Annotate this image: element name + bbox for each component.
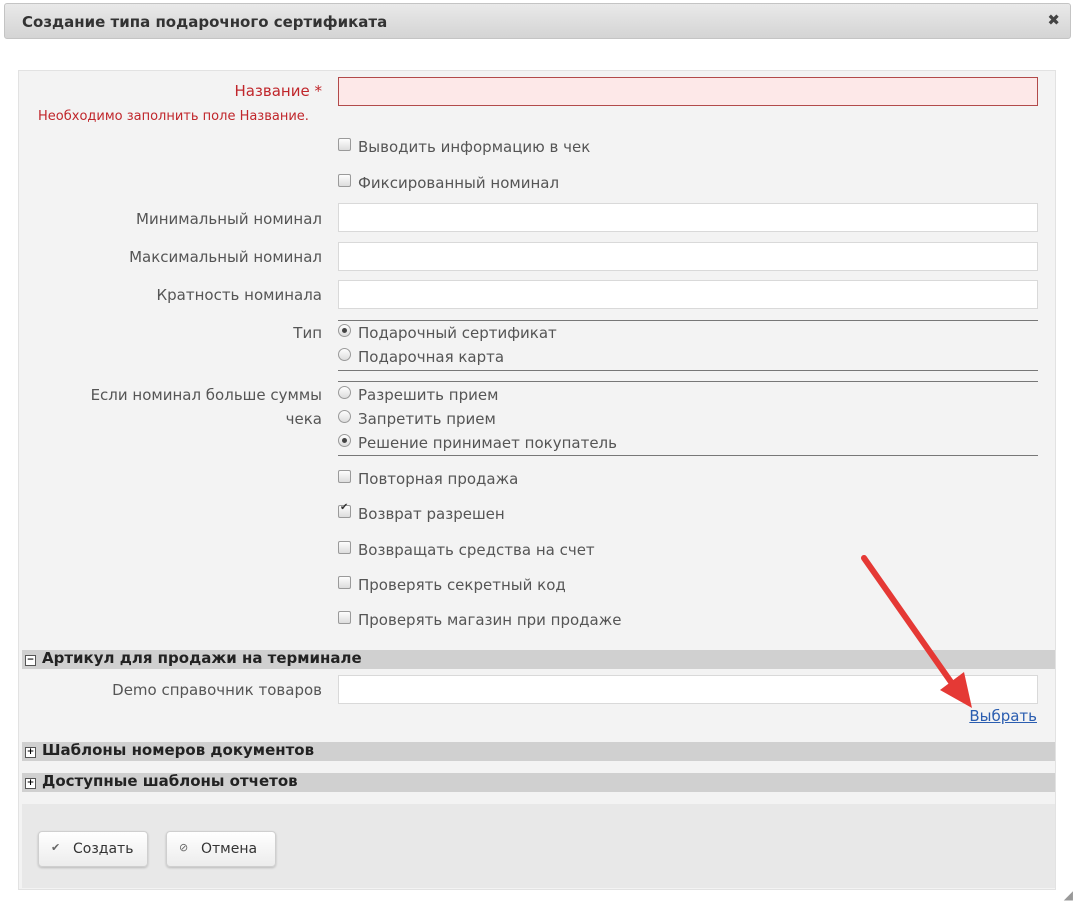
return-allowed-checkbox[interactable] [338, 502, 351, 518]
type-label: Тип [293, 324, 322, 342]
min-nominal-input[interactable] [338, 203, 1038, 232]
type-certificate-radio[interactable] [338, 324, 351, 337]
section-article-header[interactable]: − Артикул для продажи на терминале [22, 649, 1055, 669]
refund-to-account-label: Возвращать средства на счет [358, 541, 595, 559]
collapse-icon[interactable]: − [25, 655, 36, 666]
max-nominal-label: Максимальный номинал [129, 248, 322, 266]
dialog-footer: ✔ Создать ⊘ Отмена [22, 804, 1055, 888]
fixed-nominal-checkbox[interactable] [338, 174, 351, 187]
close-icon[interactable]: ✖ [1047, 11, 1060, 29]
check-secret-checkbox-row[interactable]: Проверять секретный код [338, 576, 566, 594]
fixed-nominal-checkbox-row[interactable]: Фиксированный номинал [338, 174, 559, 192]
section-report-templates-title: Доступные шаблоны отчетов [42, 772, 298, 790]
resize-grip-icon[interactable]: ◢ [1064, 888, 1073, 902]
type-divider [338, 320, 1038, 321]
name-label: Название * [234, 82, 322, 100]
overflow-customer-radio[interactable] [338, 434, 351, 447]
max-nominal-input[interactable] [338, 242, 1038, 271]
select-link[interactable]: Выбрать [969, 707, 1037, 725]
return-allowed-checkbox-row[interactable]: Возврат разрешен [338, 502, 505, 523]
overflow-deny-label: Запретить прием [358, 410, 496, 428]
overflow-customer-label: Решение принимает покупатель [358, 434, 617, 452]
multiplicity-label: Кратность номинала [156, 286, 322, 304]
overflow-divider-bottom [338, 455, 1038, 456]
print-info-checkbox-row[interactable]: Выводить информацию в чек [338, 138, 590, 156]
cancel-button[interactable]: ⊘ Отмена [166, 831, 276, 867]
check-store-label: Проверять магазин при продаже [358, 611, 622, 629]
refund-to-account-checkbox[interactable] [338, 541, 351, 554]
overflow-label-line1: Если номинал больше суммы [90, 386, 322, 404]
section-article-title: Артикул для продажи на терминале [42, 649, 362, 667]
min-nominal-label: Минимальный номинал [136, 210, 322, 228]
overflow-option-allow[interactable]: Разрешить прием [338, 386, 498, 404]
check-secret-label: Проверять секретный код [358, 576, 566, 594]
type-option-certificate[interactable]: Подарочный сертификат [338, 324, 557, 342]
create-button[interactable]: ✔ Создать [38, 831, 148, 867]
overflow-allow-label: Разрешить прием [358, 386, 499, 404]
resale-checkbox-row[interactable]: Повторная продажа [338, 470, 518, 488]
overflow-deny-radio[interactable] [338, 410, 351, 423]
return-allowed-label: Возврат разрешен [358, 505, 505, 523]
fixed-nominal-label: Фиксированный номинал [358, 174, 560, 192]
name-input[interactable] [338, 77, 1038, 106]
check-store-checkbox-row[interactable]: Проверять магазин при продаже [338, 611, 621, 629]
expand-icon[interactable]: + [25, 778, 36, 789]
section-doc-templates-header[interactable]: + Шаблоны номеров документов [22, 741, 1055, 761]
resale-label: Повторная продажа [358, 470, 519, 488]
print-info-label: Выводить информацию в чек [358, 138, 591, 156]
section-report-templates-header[interactable]: + Доступные шаблоны отчетов [22, 772, 1055, 792]
section-doc-templates-title: Шаблоны номеров документов [42, 741, 315, 759]
multiplicity-input[interactable] [338, 280, 1038, 309]
create-button-label: Создать [73, 841, 134, 857]
name-error-message: Необходимо заполнить поле Название. [38, 109, 309, 124]
type-card-radio[interactable] [338, 348, 351, 361]
overflow-option-deny[interactable]: Запретить прием [338, 410, 496, 428]
check-secret-checkbox[interactable] [338, 576, 351, 589]
overflow-option-customer[interactable]: Решение принимает покупатель [338, 434, 617, 452]
overflow-allow-radio[interactable] [338, 386, 351, 399]
dialog-title: Создание типа подарочного сертификата [22, 13, 388, 31]
print-info-checkbox[interactable] [338, 138, 351, 151]
overflow-label-line2: чека [285, 410, 322, 428]
check-icon: ✔ [51, 841, 61, 854]
dialog-titlebar[interactable]: Создание типа подарочного сертификата ✖ [4, 3, 1071, 39]
gift-certificate-type-dialog: Создание типа подарочного сертификата ✖ … [0, 0, 1075, 904]
dialog-content: Название * Необходимо заполнить поле Наз… [18, 70, 1056, 890]
directory-label: Demo справочник товаров [112, 681, 322, 699]
type-card-label: Подарочная карта [358, 348, 505, 366]
cancel-icon: ⊘ [179, 841, 189, 854]
overflow-divider [338, 381, 1038, 382]
check-store-checkbox[interactable] [338, 611, 351, 624]
type-certificate-label: Подарочный сертификат [358, 324, 557, 342]
resale-checkbox[interactable] [338, 470, 351, 483]
type-divider-bottom [338, 370, 1038, 371]
type-option-card[interactable]: Подарочная карта [338, 348, 504, 366]
cancel-button-label: Отмена [201, 841, 258, 857]
expand-icon[interactable]: + [25, 747, 36, 758]
directory-input[interactable] [338, 675, 1038, 704]
refund-to-account-checkbox-row[interactable]: Возвращать средства на счет [338, 541, 595, 559]
